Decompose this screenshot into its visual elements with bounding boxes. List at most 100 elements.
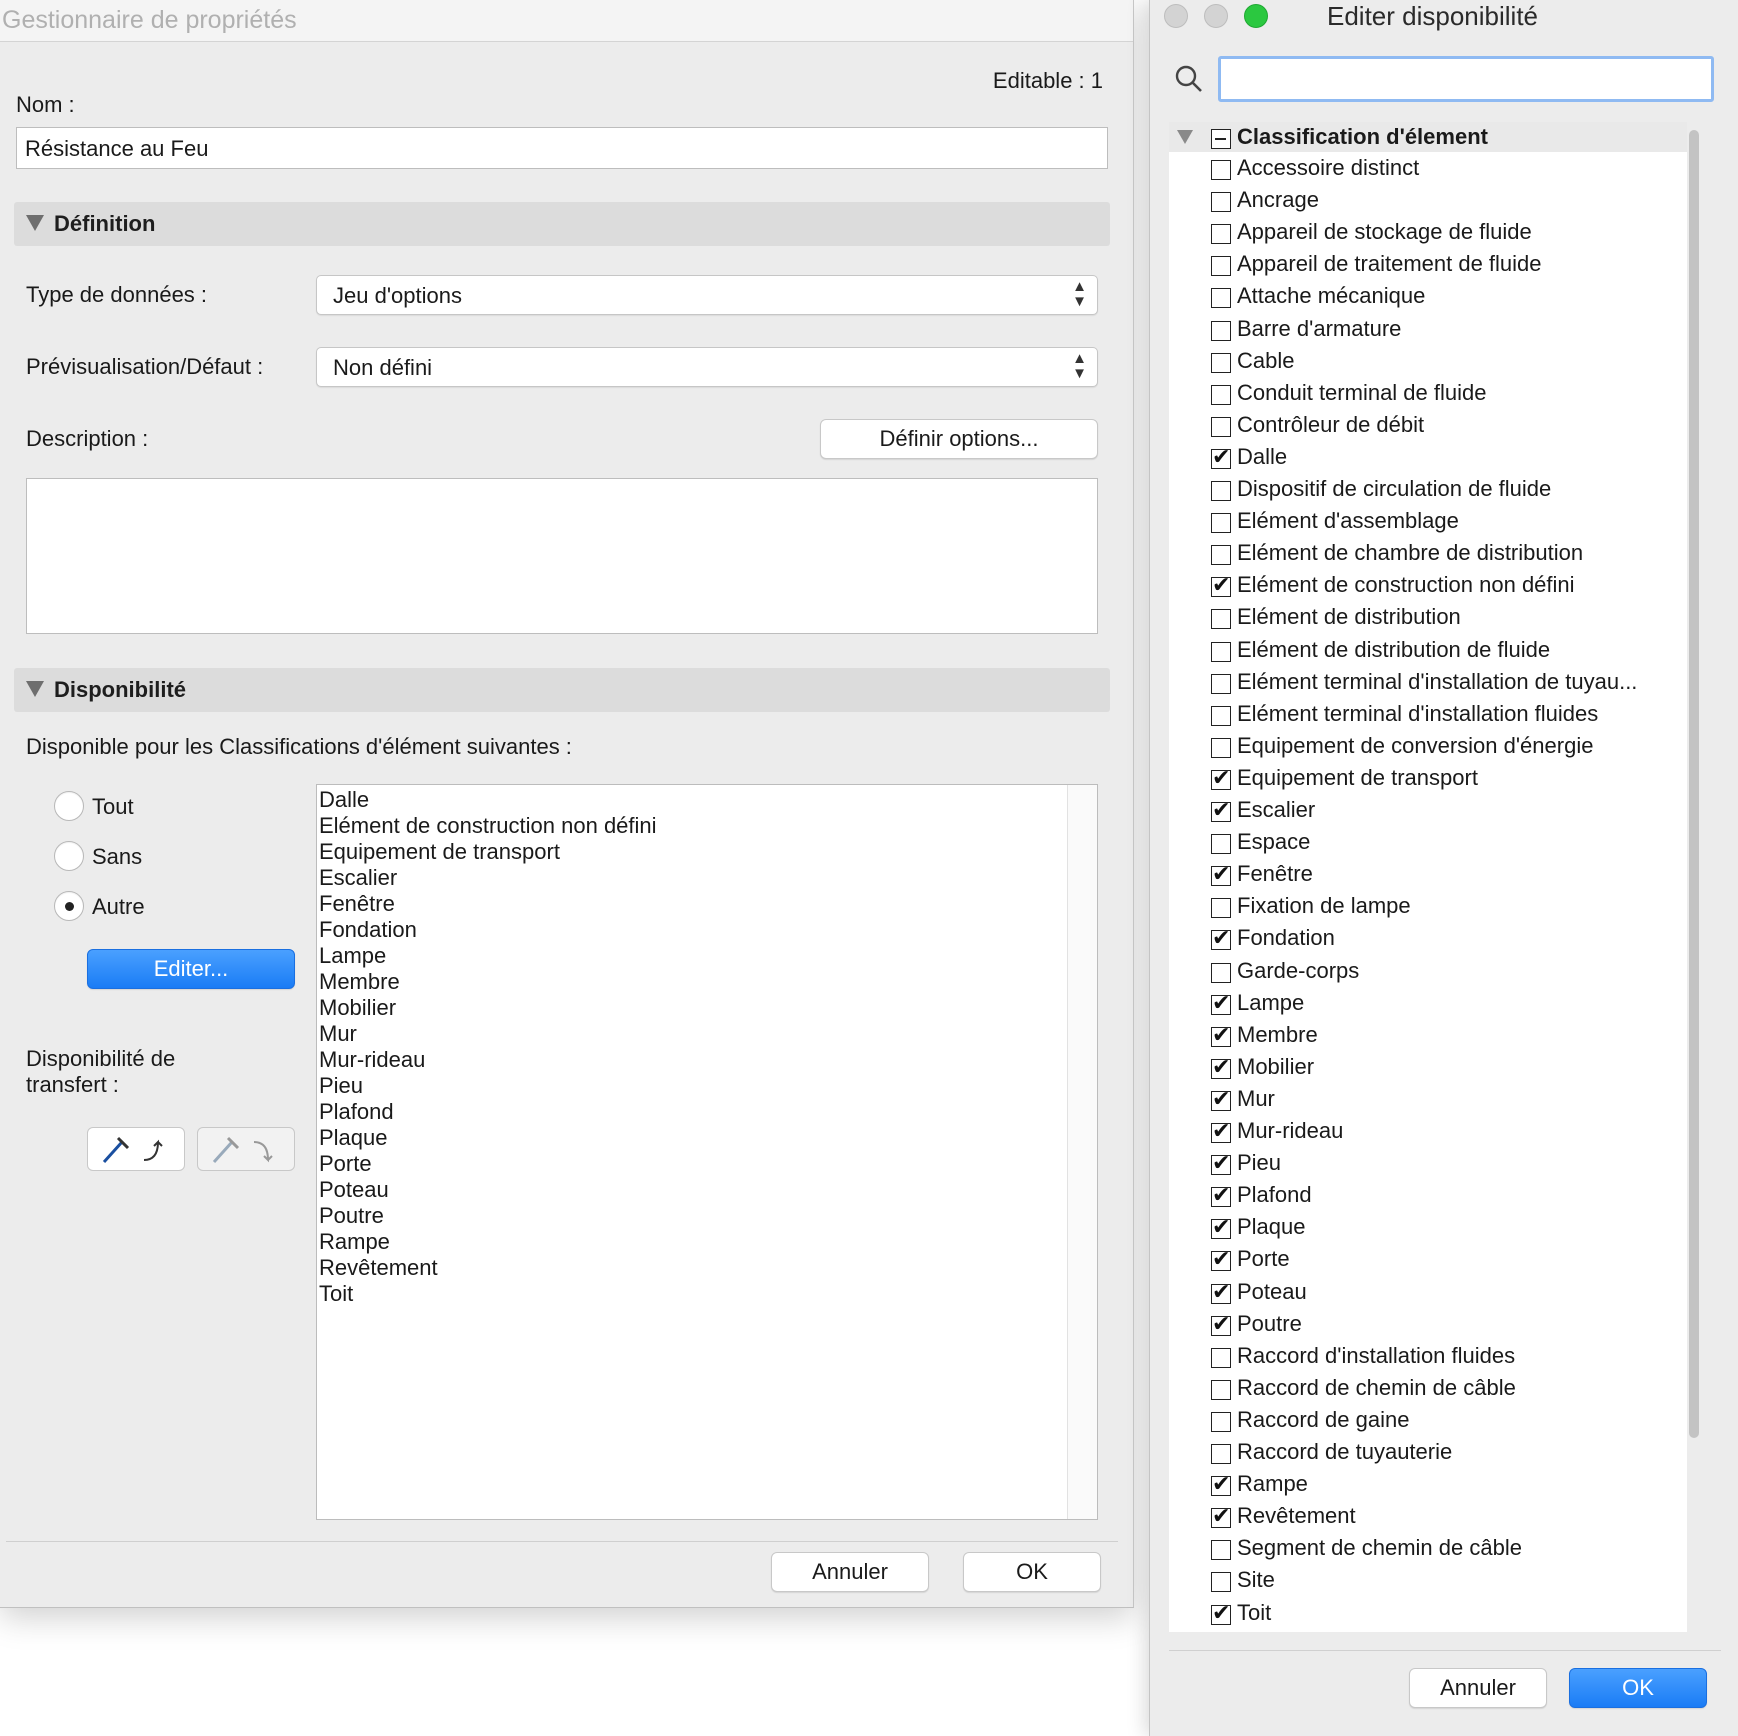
checkbox-unchecked[interactable] — [1211, 834, 1231, 855]
checkbox-unchecked[interactable] — [1211, 513, 1231, 534]
classification-row[interactable]: Raccord de tuyauterie — [1169, 1436, 1687, 1468]
data-type-select[interactable]: Jeu d'options ▲ ▼ — [316, 275, 1098, 315]
classification-tree[interactable]: Classification d'élement Accessoire dist… — [1169, 122, 1687, 1632]
radio-all[interactable] — [54, 791, 84, 821]
list-item[interactable]: Revêtement — [319, 1255, 438, 1281]
checkbox-checked[interactable] — [1211, 861, 1231, 887]
classification-row[interactable]: Raccord de gaine — [1169, 1404, 1687, 1436]
classification-row[interactable]: Site — [1169, 1564, 1687, 1596]
list-item[interactable]: Dalle — [319, 787, 369, 813]
classification-row[interactable]: Porte — [1169, 1243, 1687, 1275]
classification-row[interactable]: Plaque — [1169, 1211, 1687, 1243]
checkbox-unchecked[interactable] — [1211, 416, 1231, 437]
checkbox-unchecked[interactable] — [1211, 384, 1231, 405]
search-input[interactable] — [1218, 56, 1714, 102]
checkbox-unchecked[interactable] — [1211, 705, 1231, 726]
radio-other[interactable] — [54, 891, 84, 921]
checkbox-checked[interactable] — [1211, 1054, 1231, 1080]
checkbox-checked[interactable] — [1211, 797, 1231, 823]
list-item[interactable]: Plaque — [319, 1125, 388, 1151]
checkbox-unchecked[interactable] — [1211, 673, 1231, 694]
classification-row[interactable]: Poutre — [1169, 1308, 1687, 1340]
classification-row[interactable]: Dispositif de circulation de fluide — [1169, 473, 1687, 505]
classification-row[interactable]: Fondation — [1169, 922, 1687, 954]
ok-button[interactable]: OK — [1569, 1668, 1707, 1708]
checkbox-checked[interactable] — [1211, 444, 1231, 470]
ok-button[interactable]: OK — [963, 1552, 1101, 1592]
list-item[interactable]: Membre — [319, 969, 400, 995]
classification-group-row[interactable]: Classification d'élement — [1169, 122, 1687, 152]
classification-row[interactable]: Elément de distribution — [1169, 601, 1687, 633]
checkbox-unchecked[interactable] — [1211, 609, 1231, 630]
classification-row[interactable]: Elément de chambre de distribution — [1169, 537, 1687, 569]
checkbox-unchecked[interactable] — [1211, 1572, 1231, 1593]
scrollbar-thumb[interactable] — [1689, 130, 1699, 1438]
edit-button[interactable]: Editer... — [87, 949, 295, 989]
classification-row[interactable]: Appareil de stockage de fluide — [1169, 216, 1687, 248]
classification-row[interactable]: Cable — [1169, 345, 1687, 377]
list-item[interactable]: Lampe — [319, 943, 386, 969]
list-item[interactable]: Escalier — [319, 865, 397, 891]
list-item[interactable]: Mur — [319, 1021, 357, 1047]
checkbox-unchecked[interactable] — [1211, 1379, 1231, 1400]
classification-row[interactable]: Plafond — [1169, 1179, 1687, 1211]
classification-row[interactable]: Ancrage — [1169, 184, 1687, 216]
classification-row[interactable]: Mur-rideau — [1169, 1115, 1687, 1147]
classification-row[interactable]: Segment de chemin de câble — [1169, 1532, 1687, 1564]
classification-row[interactable]: Mur — [1169, 1083, 1687, 1115]
checkbox-checked[interactable] — [1211, 990, 1231, 1016]
classification-row[interactable]: Equipement de transport — [1169, 762, 1687, 794]
list-item[interactable]: Toit — [319, 1281, 353, 1307]
define-options-button[interactable]: Définir options... — [820, 419, 1098, 459]
checkbox-checked[interactable] — [1211, 1214, 1231, 1240]
classification-row[interactable]: Garde-corps — [1169, 955, 1687, 987]
list-item[interactable]: Mur-rideau — [319, 1047, 425, 1073]
checkbox-checked[interactable] — [1211, 1503, 1231, 1529]
classification-row[interactable]: Revêtement — [1169, 1500, 1687, 1532]
classification-row[interactable]: Raccord de chemin de câble — [1169, 1372, 1687, 1404]
classification-row[interactable]: Espace — [1169, 826, 1687, 858]
list-item[interactable]: Poutre — [319, 1203, 384, 1229]
minimize-icon[interactable] — [1204, 4, 1228, 28]
checkbox-unchecked[interactable] — [1211, 192, 1231, 213]
checkbox-checked[interactable] — [1211, 1150, 1231, 1176]
list-item[interactable]: Elément de construction non défini — [319, 813, 657, 839]
classification-row[interactable]: Elément terminal d'installation fluides — [1169, 698, 1687, 730]
checkbox-unchecked[interactable] — [1211, 352, 1231, 373]
checkbox-unchecked[interactable] — [1211, 898, 1231, 919]
preview-default-select[interactable]: Non défini ▲ ▼ — [316, 347, 1098, 387]
classification-row[interactable]: Poteau — [1169, 1276, 1687, 1308]
classification-row[interactable]: Membre — [1169, 1019, 1687, 1051]
classification-row[interactable]: Attache mécanique — [1169, 280, 1687, 312]
zoom-icon[interactable] — [1244, 4, 1268, 28]
available-classifications-list[interactable]: Dalle Elément de construction non défini E… — [316, 784, 1098, 1520]
checkbox-unchecked[interactable] — [1211, 545, 1231, 566]
checkbox-checked[interactable] — [1211, 1279, 1231, 1305]
checkbox-checked[interactable] — [1211, 1311, 1231, 1337]
checkbox-unchecked[interactable] — [1211, 160, 1231, 180]
classification-row[interactable]: Raccord d'installation fluides — [1169, 1340, 1687, 1372]
classification-row[interactable]: Rampe — [1169, 1468, 1687, 1500]
classification-row[interactable]: Pieu — [1169, 1147, 1687, 1179]
checkbox-checked[interactable] — [1211, 572, 1231, 598]
checkbox-checked[interactable] — [1211, 1471, 1231, 1497]
checkbox-checked[interactable] — [1211, 765, 1231, 791]
classification-row[interactable]: Fixation de lampe — [1169, 890, 1687, 922]
checkbox-unchecked[interactable] — [1211, 1540, 1231, 1561]
checkbox-unchecked[interactable] — [1211, 481, 1231, 501]
checkbox-unchecked[interactable] — [1211, 737, 1231, 758]
group-mixed-checkbox[interactable] — [1211, 129, 1231, 149]
classification-row[interactable]: Contrôleur de débit — [1169, 409, 1687, 441]
cancel-button[interactable]: Annuler — [1409, 1668, 1547, 1708]
list-item[interactable]: Equipement de transport — [319, 839, 560, 865]
list-item[interactable]: Poteau — [319, 1177, 389, 1203]
list-scrollbar[interactable] — [1067, 785, 1097, 1519]
checkbox-checked[interactable] — [1211, 1118, 1231, 1144]
checkbox-unchecked[interactable] — [1211, 288, 1231, 309]
checkbox-unchecked[interactable] — [1211, 224, 1231, 245]
checkbox-checked[interactable] — [1211, 1182, 1231, 1208]
classification-row[interactable]: Elément de distribution de fluide — [1169, 634, 1687, 666]
checkbox-unchecked[interactable] — [1211, 962, 1231, 983]
checkbox-unchecked[interactable] — [1211, 320, 1231, 341]
list-item[interactable]: Porte — [319, 1151, 372, 1177]
